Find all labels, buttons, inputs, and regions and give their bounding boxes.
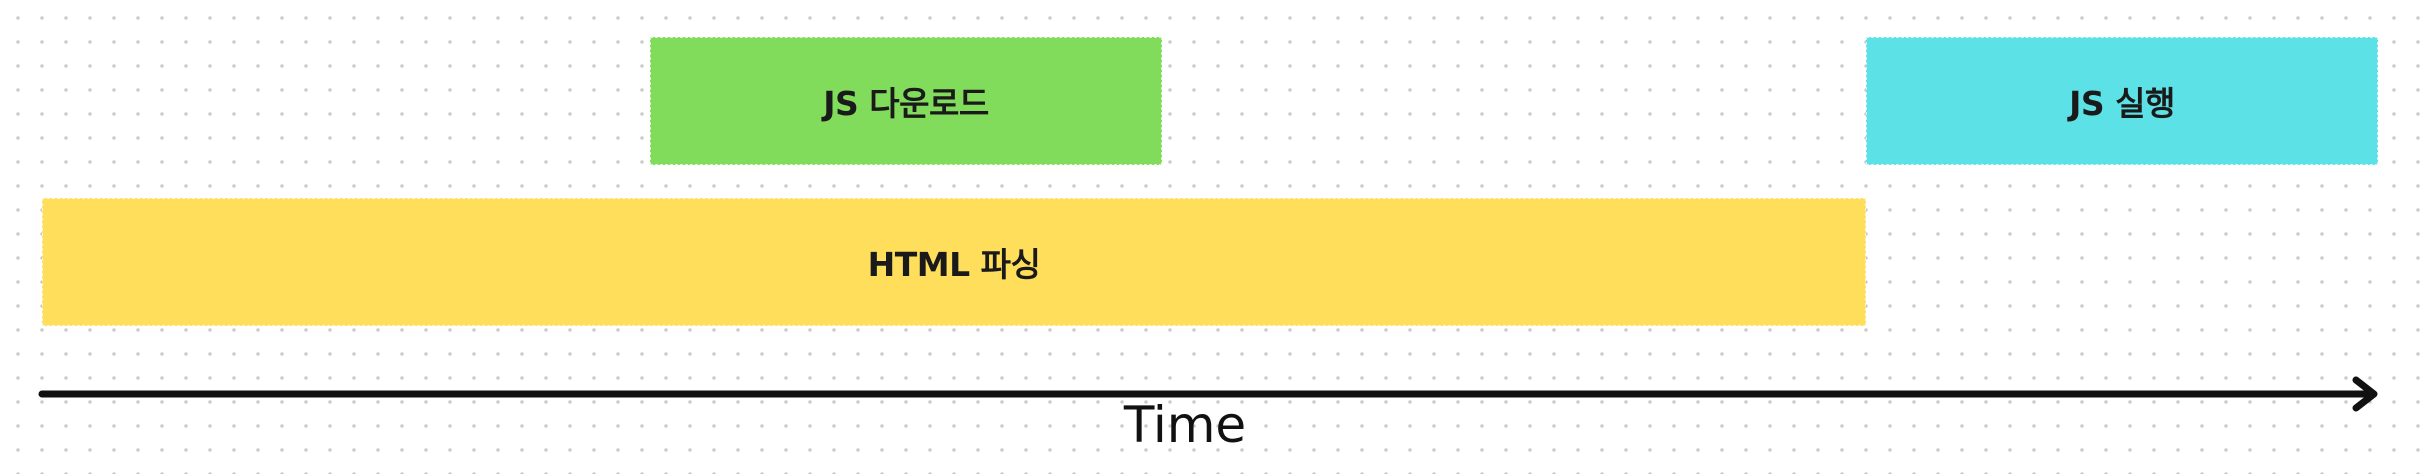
time-axis-label: Time: [1123, 396, 1247, 454]
